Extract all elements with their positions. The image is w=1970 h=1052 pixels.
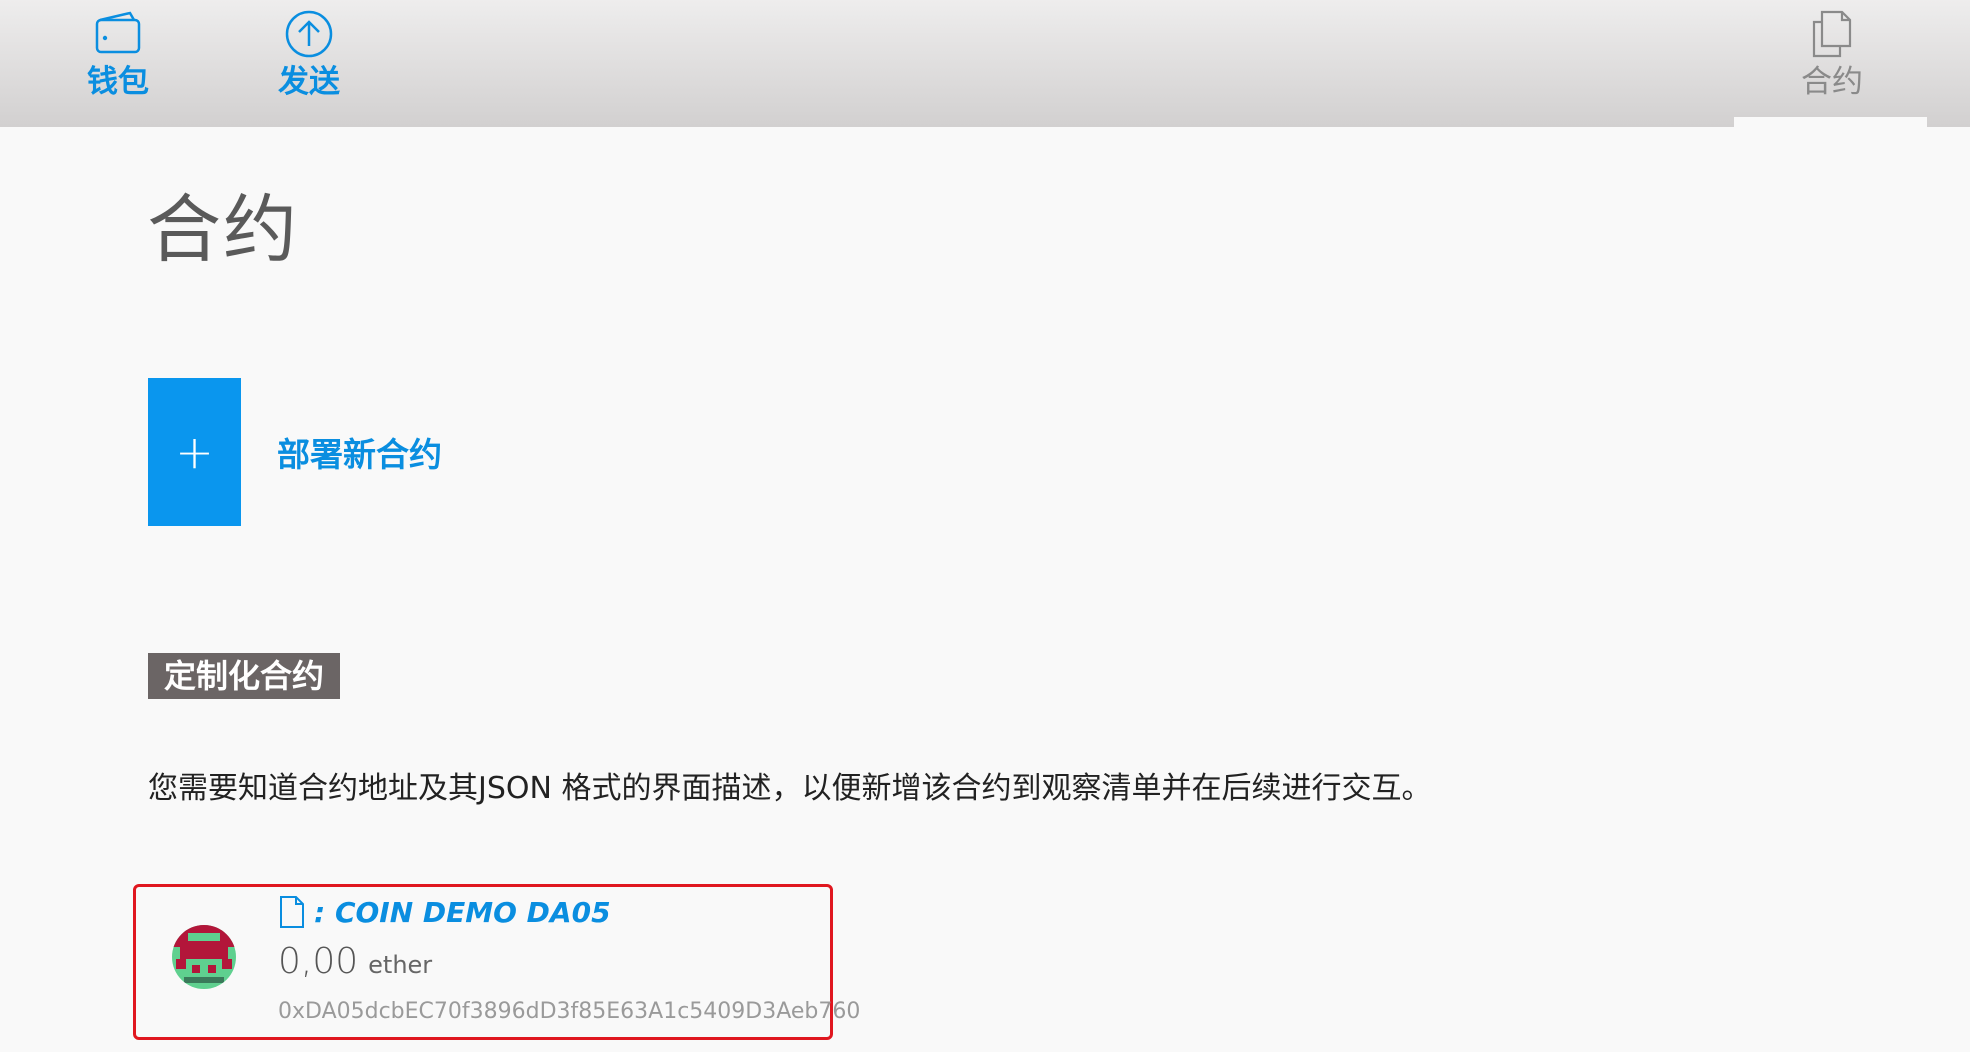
active-tab-indicator	[1734, 117, 1927, 127]
arrow-up-circle-icon	[285, 10, 333, 58]
document-icon	[280, 896, 304, 928]
deploy-new-contract-label[interactable]: 部署新合约	[277, 428, 442, 476]
contract-balance: 0,00 ether	[278, 941, 432, 982]
contract-name[interactable]: : COIN DEMO DA05	[314, 896, 611, 929]
section-heading-custom-contracts: 定制化合约	[148, 653, 341, 699]
deploy-new-contract-button[interactable]: + 部署新合约	[148, 378, 442, 526]
nav-contracts-label: 合约	[1801, 64, 1863, 100]
nav-wallet-label: 钱包	[87, 64, 149, 100]
balance-amount: 0,00	[278, 941, 359, 982]
nav-send-label: 发送	[278, 64, 340, 100]
documents-icon	[1812, 10, 1852, 58]
nav-wallet[interactable]: 钱包	[82, 8, 154, 102]
wallet-icon	[95, 11, 141, 54]
page-title: 合约	[147, 187, 299, 273]
contract-card[interactable]: : COIN DEMO DA05 0,00 ether 0xDA05dcbEC7…	[133, 884, 860, 1040]
top-nav: 钱包 发送 合约	[0, 0, 1970, 127]
nav-contracts[interactable]: 合约	[1796, 8, 1868, 102]
contract-name-row[interactable]: : COIN DEMO DA05	[278, 895, 611, 929]
plus-icon[interactable]: +	[148, 378, 241, 526]
contract-address: 0xDA05dcbEC70f3896dD3f85E63A1c5409D3Aeb7…	[278, 999, 861, 1024]
custom-contracts-description: 您需要知道合约地址及其JSON 格式的界面描述，以便新增该合约到观察清单并在后续…	[148, 771, 1432, 806]
contract-identicon-avatar	[172, 925, 236, 989]
balance-unit: ether	[368, 951, 433, 979]
nav-send[interactable]: 发送	[273, 8, 345, 102]
